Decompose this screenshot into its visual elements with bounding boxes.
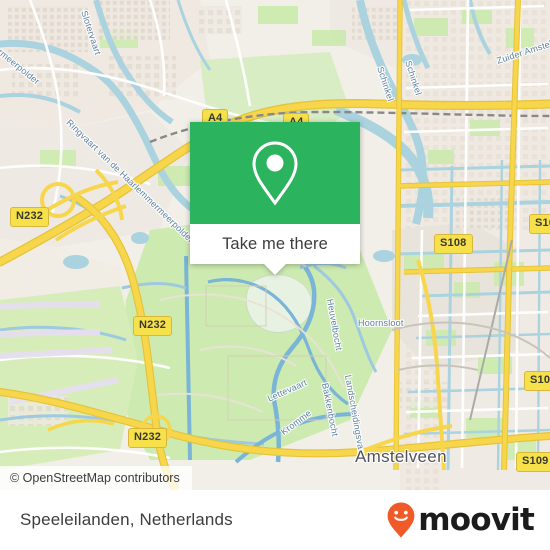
osm-attribution[interactable]: © OpenStreetMap contributors: [0, 466, 192, 490]
callout-hero: [190, 122, 360, 224]
page-title: Speeleilanden, Netherlands: [20, 510, 233, 529]
moovit-wordmark: moovit: [418, 501, 535, 538]
moovit-logo[interactable]: moovit: [386, 501, 535, 539]
map-viewport[interactable]: A4A4N232N232N232S108S10S109S109 Sloterva…: [0, 0, 550, 490]
take-me-there-label: Take me there: [222, 234, 328, 253]
take-me-there-callout[interactable]: Take me there: [190, 122, 360, 275]
footer-bar: Speeleilanden, Netherlands moovit: [0, 490, 550, 550]
callout-tail: [264, 264, 286, 275]
osm-attribution-text: © OpenStreetMap contributors: [10, 471, 180, 485]
map-pin-icon: [252, 141, 298, 206]
callout-action-bar[interactable]: Take me there: [190, 224, 360, 275]
moovit-smiley-pin-icon: [387, 502, 415, 538]
